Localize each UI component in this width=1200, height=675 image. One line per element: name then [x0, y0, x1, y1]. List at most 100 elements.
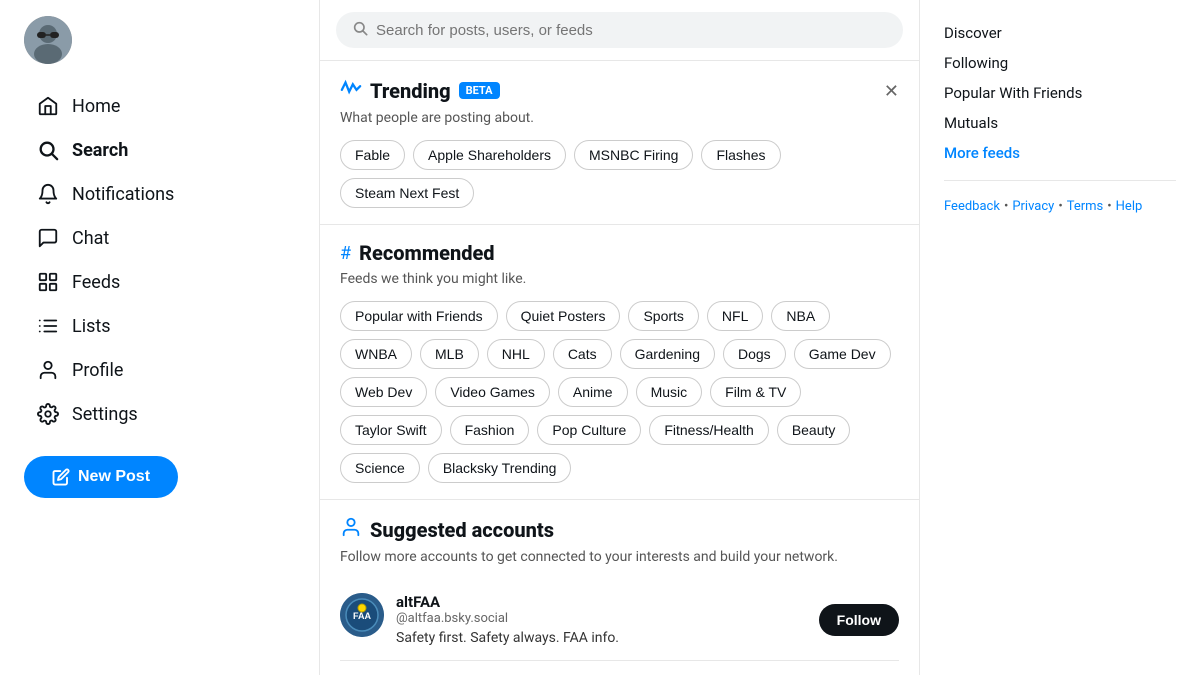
- avatar: [24, 16, 72, 64]
- footer-feedback-link[interactable]: Feedback: [944, 199, 1000, 214]
- new-post-button[interactable]: New Post: [24, 456, 178, 498]
- home-icon: [36, 94, 60, 118]
- right-link-more-feeds[interactable]: More feeds: [944, 140, 1176, 166]
- rec-pill-16[interactable]: Film & TV: [710, 377, 801, 407]
- right-link-mutuals[interactable]: Mutuals: [944, 110, 1176, 136]
- rec-pill-10[interactable]: Dogs: [723, 339, 786, 369]
- bell-icon: [36, 182, 60, 206]
- svg-text:FAA: FAA: [353, 611, 372, 621]
- footer-privacy-link[interactable]: Privacy: [1012, 199, 1054, 214]
- trending-pill-fable[interactable]: Fable: [340, 140, 405, 170]
- footer-separator-3: •: [1107, 199, 1111, 214]
- sidebar-label-notifications: Notifications: [72, 184, 174, 205]
- recommended-title: Recommended: [359, 241, 494, 265]
- trending-section: Trending BETA ✕ What people are posting …: [320, 61, 919, 225]
- suggested-header: Suggested accounts: [340, 516, 899, 543]
- account-card-1: Midwest Hiker @bladezmom.bsky.social Out…: [340, 661, 899, 675]
- suggested-section: Suggested accounts Follow more accounts …: [320, 500, 919, 675]
- rec-pill-14[interactable]: Anime: [558, 377, 628, 407]
- suggested-subtitle: Follow more accounts to get connected to…: [340, 549, 899, 565]
- suggested-title: Suggested accounts: [370, 518, 554, 542]
- right-sidebar: Discover Following Popular With Friends …: [920, 0, 1200, 675]
- trending-close-button[interactable]: ✕: [884, 82, 899, 100]
- beta-badge: BETA: [459, 82, 500, 99]
- sidebar-label-settings: Settings: [72, 404, 138, 425]
- rec-pill-1[interactable]: Quiet Posters: [506, 301, 621, 331]
- person-icon: [340, 516, 362, 543]
- sidebar-label-lists: Lists: [72, 316, 111, 337]
- rec-pill-12[interactable]: Web Dev: [340, 377, 427, 407]
- account-bio-0: Safety first. Safety always. FAA info.: [396, 630, 807, 646]
- rec-pill-5[interactable]: WNBA: [340, 339, 412, 369]
- sidebar-label-search: Search: [72, 140, 128, 161]
- right-link-following[interactable]: Following: [944, 50, 1176, 76]
- profile-icon: [36, 358, 60, 382]
- sidebar-item-lists[interactable]: Lists: [24, 304, 186, 348]
- recommended-subtitle: Feeds we think you might like.: [340, 271, 899, 287]
- trending-header: Trending BETA ✕: [340, 77, 899, 104]
- footer-separator-2: •: [1058, 199, 1062, 214]
- gear-icon: [36, 402, 60, 426]
- rec-pill-9[interactable]: Gardening: [620, 339, 715, 369]
- sidebar-item-profile[interactable]: Profile: [24, 348, 186, 392]
- hashtag-icon: #: [340, 243, 351, 264]
- follow-button-0[interactable]: Follow: [819, 604, 899, 636]
- pencil-icon: [52, 468, 70, 486]
- trending-pill-flashes[interactable]: Flashes: [701, 140, 780, 170]
- rec-pill-18[interactable]: Fashion: [450, 415, 530, 445]
- trending-subtitle: What people are posting about.: [340, 110, 899, 126]
- search-icon: [36, 138, 60, 162]
- rec-pill-22[interactable]: Science: [340, 453, 420, 483]
- rec-pill-23[interactable]: Blacksky Trending: [428, 453, 572, 483]
- trending-wave-icon: [340, 77, 362, 104]
- main-nav: Home Search Notifications: [24, 84, 186, 436]
- account-name-0: altFAA: [396, 593, 807, 611]
- rec-pill-7[interactable]: NHL: [487, 339, 545, 369]
- search-icon-main: [352, 20, 368, 40]
- sidebar-label-feeds: Feeds: [72, 272, 120, 293]
- sidebar-item-notifications[interactable]: Notifications: [24, 172, 186, 216]
- rec-pill-21[interactable]: Beauty: [777, 415, 851, 445]
- account-card-0: FAA altFAA @altfaa.bsky.social Safety fi…: [340, 579, 899, 661]
- right-link-popular-friends[interactable]: Popular With Friends: [944, 80, 1176, 106]
- sidebar-item-search[interactable]: Search: [24, 128, 186, 172]
- sidebar-item-home[interactable]: Home: [24, 84, 186, 128]
- rec-pill-3[interactable]: NFL: [707, 301, 763, 331]
- right-footer: Feedback • Privacy • Terms • Help: [944, 199, 1176, 214]
- rec-pill-2[interactable]: Sports: [628, 301, 698, 331]
- lists-icon: [36, 314, 60, 338]
- rec-pill-6[interactable]: MLB: [420, 339, 479, 369]
- trending-pills: Fable Apple Shareholders MSNBC Firing Fl…: [340, 140, 899, 208]
- account-info-0: altFAA @altfaa.bsky.social Safety first.…: [396, 593, 807, 646]
- feeds-icon: [36, 270, 60, 294]
- rec-pill-0[interactable]: Popular with Friends: [340, 301, 498, 331]
- sidebar-label-profile: Profile: [72, 360, 123, 381]
- footer-help-link[interactable]: Help: [1116, 199, 1143, 214]
- recommended-pills: Popular with Friends Quiet Posters Sport…: [340, 301, 899, 483]
- right-link-discover[interactable]: Discover: [944, 20, 1176, 46]
- left-sidebar: Home Search Notifications: [0, 0, 320, 675]
- search-bar-wrap: [320, 0, 919, 61]
- account-avatar-0[interactable]: FAA: [340, 593, 384, 637]
- rec-pill-20[interactable]: Fitness/Health: [649, 415, 768, 445]
- rec-pill-15[interactable]: Music: [636, 377, 703, 407]
- rec-pill-11[interactable]: Game Dev: [794, 339, 891, 369]
- right-sidebar-divider: [944, 180, 1176, 181]
- rec-pill-4[interactable]: NBA: [771, 301, 830, 331]
- trending-pill-apple[interactable]: Apple Shareholders: [413, 140, 566, 170]
- recommended-header: # Recommended: [340, 241, 899, 265]
- search-bar[interactable]: [336, 12, 903, 48]
- sidebar-item-feeds[interactable]: Feeds: [24, 260, 186, 304]
- sidebar-item-chat[interactable]: Chat: [24, 216, 186, 260]
- rec-pill-8[interactable]: Cats: [553, 339, 612, 369]
- trending-pill-msnbc[interactable]: MSNBC Firing: [574, 140, 693, 170]
- user-avatar-wrap[interactable]: [24, 16, 72, 64]
- trending-pill-steam[interactable]: Steam Next Fest: [340, 178, 474, 208]
- recommended-section: # Recommended Feeds we think you might l…: [320, 225, 919, 500]
- footer-terms-link[interactable]: Terms: [1067, 199, 1104, 214]
- search-input[interactable]: [376, 22, 887, 39]
- rec-pill-17[interactable]: Taylor Swift: [340, 415, 442, 445]
- sidebar-item-settings[interactable]: Settings: [24, 392, 186, 436]
- rec-pill-13[interactable]: Video Games: [435, 377, 550, 407]
- rec-pill-19[interactable]: Pop Culture: [537, 415, 641, 445]
